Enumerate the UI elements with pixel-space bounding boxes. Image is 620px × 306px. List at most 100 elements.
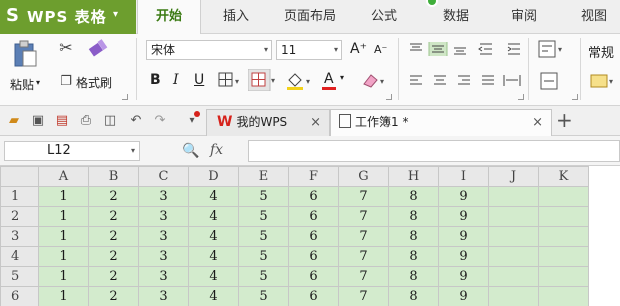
close-icon[interactable]: × xyxy=(310,110,321,135)
cell[interactable]: 8 xyxy=(388,186,439,207)
cell[interactable] xyxy=(538,206,589,227)
cell[interactable]: 5 xyxy=(238,266,289,287)
row-header[interactable]: 6 xyxy=(0,286,39,306)
cell[interactable]: 6 xyxy=(288,266,339,287)
open-folder-icon[interactable]: ▰ xyxy=(6,113,22,129)
cell[interactable] xyxy=(538,286,589,306)
cell[interactable]: 4 xyxy=(188,246,239,267)
insert-function-button[interactable]: fx xyxy=(210,142,223,158)
cell[interactable]: 4 xyxy=(188,226,239,247)
cell[interactable]: 9 xyxy=(438,206,489,227)
increase-indent-icon[interactable] xyxy=(506,42,524,56)
cell[interactable]: 3 xyxy=(138,246,189,267)
column-header[interactable]: H xyxy=(388,166,439,187)
new-tab-button[interactable]: + xyxy=(556,110,573,130)
cell[interactable]: 1 xyxy=(38,246,89,267)
tab-page-layout[interactable]: 页面布局 xyxy=(274,0,346,34)
column-header[interactable]: G xyxy=(338,166,389,187)
cell[interactable]: 2 xyxy=(88,246,139,267)
cell[interactable]: 3 xyxy=(138,286,189,306)
cell[interactable] xyxy=(488,206,539,227)
cell[interactable]: 6 xyxy=(288,206,339,227)
cell[interactable]: 5 xyxy=(238,246,289,267)
column-header[interactable]: C xyxy=(138,166,189,187)
cell[interactable]: 4 xyxy=(188,186,239,207)
cell[interactable] xyxy=(488,246,539,267)
cell[interactable]: 5 xyxy=(238,286,289,306)
fill-color-grid-icon[interactable]: ▾ xyxy=(248,69,280,91)
underline-button[interactable]: U xyxy=(194,72,204,88)
cell[interactable]: 2 xyxy=(88,206,139,227)
cell[interactable] xyxy=(488,266,539,287)
tab-my-wps[interactable]: W 我的WPS × xyxy=(206,109,330,136)
cell[interactable] xyxy=(538,266,589,287)
cell[interactable]: 2 xyxy=(88,286,139,306)
print-icon[interactable]: ⎙ xyxy=(78,113,94,129)
align-left-icon[interactable] xyxy=(410,75,422,85)
borders-icon[interactable]: ▾ xyxy=(218,72,242,88)
column-header[interactable]: I xyxy=(438,166,489,187)
cell[interactable]: 9 xyxy=(438,266,489,287)
distribute-icon[interactable] xyxy=(503,75,521,86)
formula-input[interactable] xyxy=(248,140,620,162)
format-painter-label[interactable]: 格式刷 xyxy=(76,74,112,91)
row-header[interactable]: 5 xyxy=(0,266,39,287)
cell[interactable]: 8 xyxy=(388,246,439,267)
cell[interactable]: 4 xyxy=(188,206,239,227)
cell[interactable]: 5 xyxy=(238,206,289,227)
cell[interactable] xyxy=(538,186,589,207)
tab-insert[interactable]: 插入 xyxy=(208,0,264,34)
italic-button[interactable]: I xyxy=(173,72,179,88)
print-preview-icon[interactable]: ◫ xyxy=(102,113,118,129)
cell[interactable]: 9 xyxy=(438,186,489,207)
font-name-select[interactable]: 宋体 ▾ xyxy=(146,40,272,60)
name-box[interactable]: L12 ▾ xyxy=(4,141,140,161)
cell[interactable]: 9 xyxy=(438,226,489,247)
cell[interactable]: 4 xyxy=(188,286,239,306)
chevron-down-icon[interactable]: ▾ xyxy=(340,73,344,82)
cell[interactable] xyxy=(488,226,539,247)
cell[interactable]: 1 xyxy=(38,266,89,287)
column-header[interactable]: F xyxy=(288,166,339,187)
tab-review[interactable]: 审阅 xyxy=(496,0,552,34)
paste-button[interactable]: 粘贴 ▾ xyxy=(8,38,42,94)
clipboard-launcher-icon[interactable] xyxy=(122,94,128,100)
clear-format-icon[interactable]: ▾ xyxy=(362,72,388,90)
tab-home[interactable]: 开始 xyxy=(137,0,201,35)
cell[interactable] xyxy=(538,226,589,247)
cell[interactable] xyxy=(488,186,539,207)
row-header[interactable]: 2 xyxy=(0,206,39,227)
save-icon[interactable]: ▣ xyxy=(30,113,46,129)
cell[interactable]: 6 xyxy=(288,186,339,207)
wrap-launcher-icon[interactable] xyxy=(572,94,578,100)
cell[interactable]: 8 xyxy=(388,206,439,227)
font-color-button[interactable]: A xyxy=(324,71,334,87)
decrease-indent-icon[interactable] xyxy=(478,43,492,55)
wrap-text-icon[interactable]: ▾ xyxy=(538,40,566,58)
cell[interactable]: 3 xyxy=(138,266,189,287)
row-header[interactable]: 3 xyxy=(0,226,39,247)
font-launcher-icon[interactable] xyxy=(386,94,392,100)
select-all-corner[interactable] xyxy=(0,166,39,187)
cell[interactable]: 1 xyxy=(38,206,89,227)
cell[interactable]: 7 xyxy=(338,186,389,207)
tab-data[interactable]: 数据 xyxy=(428,0,484,34)
cell[interactable]: 3 xyxy=(138,226,189,247)
column-header[interactable]: K xyxy=(538,166,589,187)
align-right-icon[interactable] xyxy=(458,75,470,85)
cell[interactable]: 7 xyxy=(338,266,389,287)
merge-cells-icon[interactable] xyxy=(540,72,558,90)
zoom-search-icon[interactable]: 🔍 xyxy=(182,143,199,159)
column-header[interactable]: A xyxy=(38,166,89,187)
cell[interactable]: 8 xyxy=(388,266,439,287)
cell[interactable]: 5 xyxy=(238,186,289,207)
format-painter-brush-icon[interactable] xyxy=(88,39,112,61)
column-header[interactable]: E xyxy=(238,166,289,187)
close-icon[interactable]: × xyxy=(532,110,543,135)
cut-icon[interactable]: ✂ xyxy=(58,40,74,56)
font-size-select[interactable]: 11 ▾ xyxy=(276,40,342,60)
align-bottom-icon[interactable] xyxy=(454,47,466,55)
redo-icon[interactable]: ↷ xyxy=(152,113,168,129)
column-header[interactable]: J xyxy=(488,166,539,187)
cell[interactable]: 3 xyxy=(138,186,189,207)
